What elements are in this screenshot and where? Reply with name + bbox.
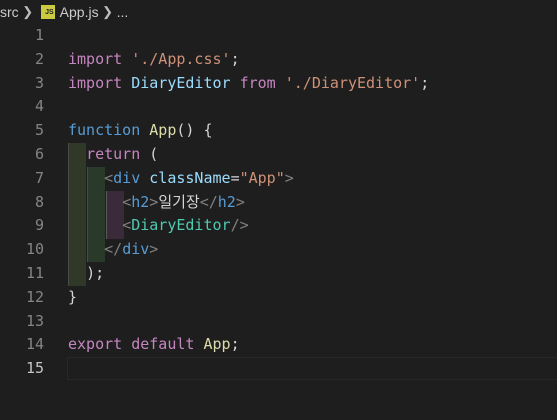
code-line-2[interactable]: import './App.css'; — [68, 48, 557, 72]
breadcrumb-folder-src[interactable]: src — [0, 0, 19, 24]
equals: = — [230, 168, 240, 187]
code-line-7[interactable]: <div className="App"> — [68, 167, 557, 191]
breadcrumb-symbols-more[interactable]: ... — [117, 0, 129, 24]
semicolon: ; — [230, 49, 240, 68]
chevron-right-icon: ❯ — [22, 4, 34, 19]
code-line-12[interactable]: } — [68, 286, 557, 310]
punctuation: ); — [86, 263, 105, 282]
semicolon: ; — [230, 335, 240, 354]
punctuation: } — [68, 287, 78, 306]
tag-bracket: < — [122, 216, 132, 235]
keyword-function: function — [68, 121, 141, 140]
tag-bracket: > — [149, 192, 159, 211]
line-number: 7 — [34, 168, 44, 187]
jsx-tag: div — [122, 240, 150, 259]
line-number-gutter: 1 2 3 4 5 6 7 8 9 10 11 12 13 14 15 — [0, 24, 44, 381]
line-number-active: 15 — [25, 359, 44, 378]
line-number: 10 — [25, 240, 44, 259]
line-number: 4 — [34, 97, 44, 116]
identifier: App — [203, 335, 231, 354]
code-line-8[interactable]: <h2>일기장</h2> — [68, 191, 557, 215]
jsx-tag: h2 — [217, 192, 236, 211]
string-literal: './DiaryEditor' — [284, 73, 421, 92]
line-number: 13 — [25, 311, 44, 330]
tag-bracket: < — [104, 168, 114, 187]
tag-bracket: > — [149, 240, 159, 259]
tag-bracket: < — [122, 192, 132, 211]
chevron-right-icon: ❯ — [102, 4, 114, 19]
string-literal: "App" — [239, 168, 285, 187]
keyword-default: default — [131, 335, 195, 354]
code-line-9[interactable]: <DiaryEditor/> — [68, 214, 557, 238]
code-line-6[interactable]: return ( — [68, 143, 557, 167]
line-number: 8 — [34, 192, 44, 211]
jsx-component: DiaryEditor — [131, 216, 231, 235]
line-number: 14 — [25, 335, 44, 354]
breadcrumb: src ❯ JS App.js ❯ ... — [0, 0, 557, 24]
keyword-import: import — [68, 73, 123, 92]
jsx-tag: h2 — [131, 192, 150, 211]
semicolon: ; — [420, 73, 430, 92]
jsx-attribute: className — [149, 168, 231, 187]
code-line-5[interactable]: function App() { — [68, 119, 557, 143]
line-number: 3 — [34, 73, 44, 92]
punctuation: ( — [140, 144, 159, 163]
code-line-3[interactable]: import DiaryEditor from './DiaryEditor'; — [68, 72, 557, 96]
keyword-import: import — [68, 49, 123, 68]
code-line-11[interactable]: ); — [68, 262, 557, 286]
code-line-14[interactable]: export default App; — [68, 333, 557, 357]
javascript-file-icon: JS — [40, 5, 55, 19]
line-number: 1 — [34, 26, 44, 44]
identifier: DiaryEditor — [131, 73, 231, 92]
jsx-text: 일기장 — [158, 192, 200, 211]
keyword-export: export — [68, 335, 123, 354]
string-literal: './App.css' — [131, 49, 231, 68]
breadcrumb-file[interactable]: App.js — [60, 0, 99, 24]
code-line-4[interactable] — [68, 95, 557, 119]
tag-bracket: </ — [104, 240, 123, 259]
line-number: 6 — [34, 144, 44, 163]
jsx-tag: div — [113, 168, 141, 187]
line-number: 9 — [34, 216, 44, 235]
code-line-10[interactable]: </div> — [68, 238, 557, 262]
code-line-13[interactable] — [68, 310, 557, 334]
line-number: 5 — [34, 121, 44, 140]
keyword-return: return — [86, 144, 141, 163]
code-line-1[interactable] — [68, 24, 557, 48]
tag-bracket: > — [284, 168, 294, 187]
function-name: App — [149, 121, 177, 140]
code-line-15[interactable] — [68, 357, 557, 381]
keyword-from: from — [239, 73, 276, 92]
tag-bracket: /> — [230, 216, 249, 235]
code-area[interactable]: import './App.css'; import DiaryEditor f… — [68, 24, 557, 381]
code-editor[interactable]: 1 2 3 4 5 6 7 8 9 10 11 12 13 14 15 impo… — [0, 24, 557, 420]
line-number: 2 — [34, 49, 44, 68]
line-number: 12 — [25, 287, 44, 306]
line-number: 11 — [25, 263, 44, 282]
punctuation: () { — [176, 121, 213, 140]
tag-bracket: > — [235, 192, 245, 211]
tag-bracket: </ — [199, 192, 218, 211]
